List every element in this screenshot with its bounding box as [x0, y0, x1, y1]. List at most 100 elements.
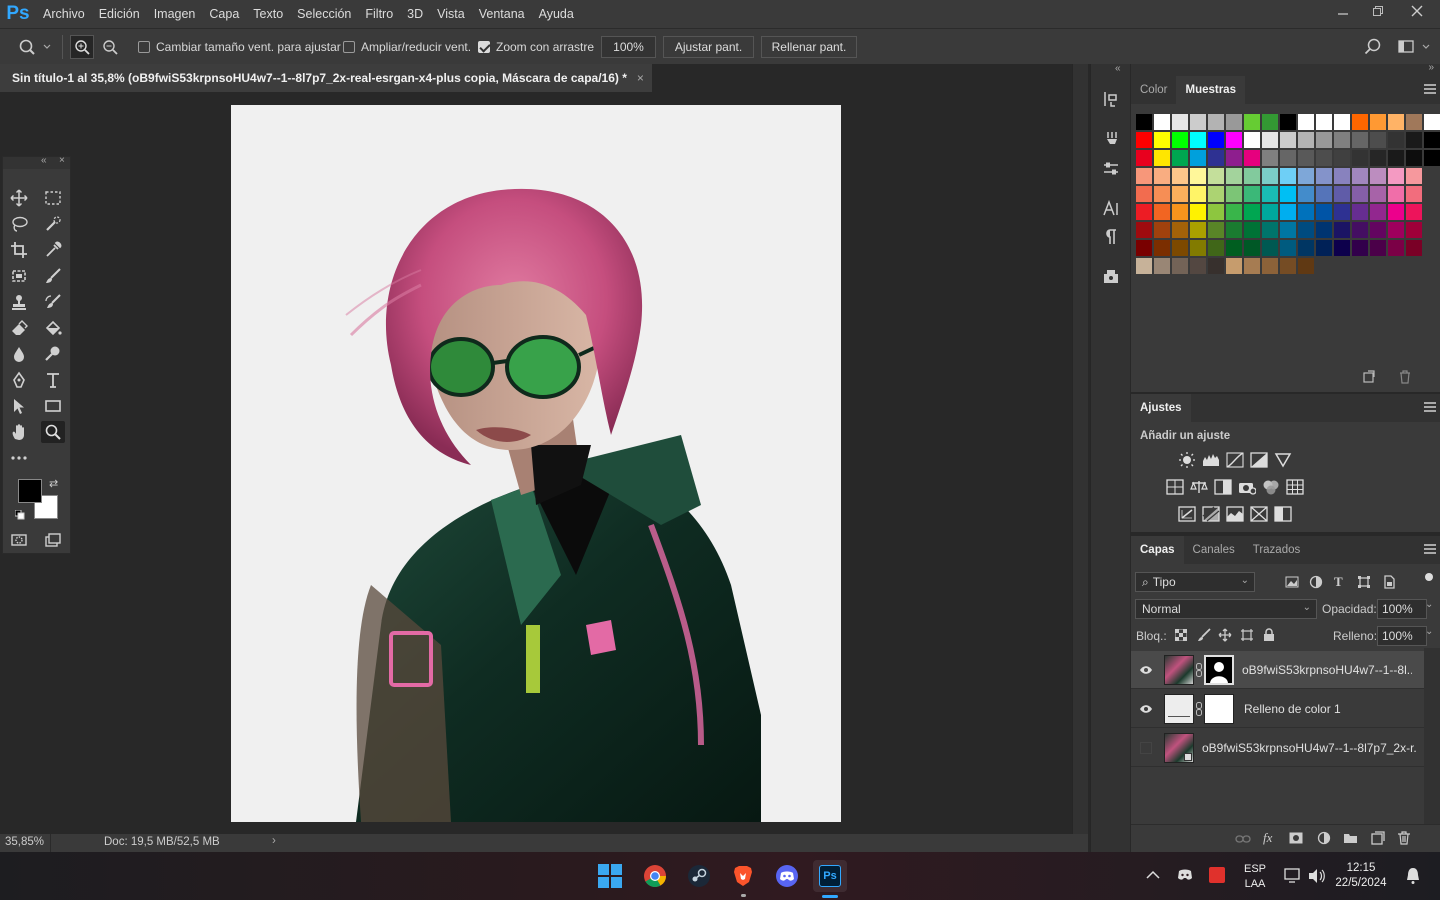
color-swatch[interactable] [1388, 132, 1404, 148]
color-swatch[interactable] [1316, 150, 1332, 166]
color-swatch[interactable] [1226, 240, 1242, 256]
windows-start-icon[interactable] [594, 860, 626, 892]
color-swatch[interactable] [1262, 222, 1278, 238]
zoom-tool-icon[interactable] [41, 421, 65, 443]
color-swatch[interactable] [1388, 186, 1404, 202]
color-swatch[interactable] [1208, 258, 1224, 274]
photoshop-taskbar-icon[interactable]: Ps [813, 860, 847, 892]
properties-panel-icon[interactable] [1099, 158, 1123, 180]
layer-row[interactable]: Relleno de color 1 [1131, 690, 1424, 728]
volume-icon[interactable] [1308, 868, 1326, 887]
move-tool-icon[interactable] [7, 187, 31, 209]
layer-visibility-eye-icon[interactable] [1131, 704, 1161, 714]
eyedropper-tool-icon[interactable] [41, 239, 65, 261]
color-swatch[interactable] [1388, 114, 1404, 130]
color-swatch[interactable] [1334, 114, 1350, 130]
dodge-tool-icon[interactable] [41, 343, 65, 365]
filter-adjustment-icon[interactable] [1309, 575, 1323, 592]
hue-saturation-icon[interactable] [1165, 478, 1185, 496]
layer-name[interactable]: oB9fwiS53krpnsoHU4w7--1--8l7p7_2x-r... [1202, 741, 1417, 755]
fit-screen-button[interactable]: Ajustar pant. [663, 36, 754, 58]
color-swatch[interactable] [1190, 186, 1206, 202]
layer-effects-icon[interactable]: fx [1263, 830, 1272, 846]
color-swatch[interactable] [1406, 168, 1422, 184]
history-panel-icon[interactable] [1099, 88, 1123, 110]
color-swatch[interactable] [1154, 186, 1170, 202]
color-swatch[interactable] [1298, 132, 1314, 148]
vibrance-icon[interactable] [1273, 451, 1293, 469]
menu-ventana[interactable]: Ventana [472, 0, 532, 28]
color-swatch[interactable] [1208, 114, 1224, 130]
color-swatch[interactable] [1154, 240, 1170, 256]
zoom-percent-field[interactable]: 100% [601, 36, 656, 58]
color-swatch[interactable] [1334, 132, 1350, 148]
color-swatch[interactable] [1316, 222, 1332, 238]
menu-vista[interactable]: Vista [430, 0, 472, 28]
brush-tool-icon[interactable] [41, 265, 65, 287]
toolbox-header[interactable]: « × [3, 155, 70, 169]
color-swatch[interactable] [1298, 204, 1314, 220]
default-colors-icon[interactable] [14, 509, 25, 520]
color-swatch[interactable] [1352, 114, 1368, 130]
color-swatch[interactable] [1226, 168, 1242, 184]
marquee-tool-icon[interactable] [41, 187, 65, 209]
color-swatch[interactable] [1298, 150, 1314, 166]
color-swatch[interactable] [1298, 168, 1314, 184]
layer-name[interactable]: Relleno de color 1 [1244, 702, 1414, 716]
filter-toggle-switch[interactable] [1425, 573, 1433, 581]
panel-menu-icon[interactable] [1424, 84, 1436, 94]
screen-mode-icon[interactable] [41, 529, 65, 551]
link-layers-icon[interactable] [1235, 832, 1251, 849]
color-swatch[interactable] [1370, 204, 1386, 220]
add-mask-icon[interactable] [1289, 832, 1303, 847]
mask-link-icon[interactable] [1194, 662, 1204, 677]
tab-paths[interactable]: Trazados [1244, 536, 1310, 564]
color-swatch[interactable] [1208, 222, 1224, 238]
color-swatch[interactable] [1208, 240, 1224, 256]
color-swatch[interactable] [1334, 222, 1350, 238]
color-swatch[interactable] [1298, 240, 1314, 256]
color-swatch[interactable] [1208, 204, 1224, 220]
color-swatch[interactable] [1352, 186, 1368, 202]
color-swatch[interactable] [1298, 222, 1314, 238]
color-swatch[interactable] [1316, 168, 1332, 184]
color-swatch[interactable] [1316, 132, 1332, 148]
swap-colors-icon[interactable]: ⇄ [49, 477, 58, 490]
tab-channels[interactable]: Canales [1184, 536, 1244, 564]
color-swatch[interactable] [1172, 114, 1188, 130]
color-swatch[interactable] [1406, 240, 1422, 256]
color-swatch[interactable] [1352, 132, 1368, 148]
status-menu-arrow[interactable]: › [272, 835, 276, 847]
opacity-chevron-icon[interactable]: ⌄ [1425, 599, 1433, 610]
color-swatch[interactable] [1370, 150, 1386, 166]
color-swatch[interactable] [1190, 240, 1206, 256]
color-swatch[interactable] [1280, 132, 1296, 148]
color-swatch[interactable] [1226, 186, 1242, 202]
color-swatch[interactable] [1370, 240, 1386, 256]
layer-row[interactable]: oB9fwiS53krpnsoHU4w7--1--8l... [1131, 651, 1424, 689]
exposure-icon[interactable] [1249, 451, 1269, 469]
rectangle-tool-icon[interactable] [41, 395, 65, 417]
blur-tool-icon[interactable] [7, 343, 31, 365]
lock-position-icon[interactable] [1218, 628, 1232, 645]
resize-windows-option[interactable]: Cambiar tamaño vent. para ajustar [138, 37, 341, 57]
color-swatch[interactable] [1172, 168, 1188, 184]
color-swatch[interactable] [1208, 186, 1224, 202]
color-swatch[interactable] [1136, 258, 1152, 274]
color-swatch[interactable] [1370, 132, 1386, 148]
color-lookup-icon[interactable] [1285, 478, 1305, 496]
new-layer-icon[interactable] [1371, 831, 1385, 848]
color-swatch[interactable] [1316, 240, 1332, 256]
color-swatch[interactable] [1172, 150, 1188, 166]
tab-swatches[interactable]: Muestras [1176, 76, 1245, 104]
color-swatch[interactable] [1136, 240, 1152, 256]
path-selection-tool-icon[interactable] [7, 395, 31, 417]
color-swatch[interactable] [1172, 222, 1188, 238]
paint-bucket-tool-icon[interactable] [41, 317, 65, 339]
color-swatch[interactable] [1244, 258, 1260, 274]
color-swatch[interactable] [1334, 186, 1350, 202]
color-swatch[interactable] [1370, 114, 1386, 130]
filter-smart-object-icon[interactable] [1382, 575, 1396, 592]
color-swatch[interactable] [1262, 168, 1278, 184]
layer-visibility-eye-icon[interactable] [1131, 665, 1161, 675]
